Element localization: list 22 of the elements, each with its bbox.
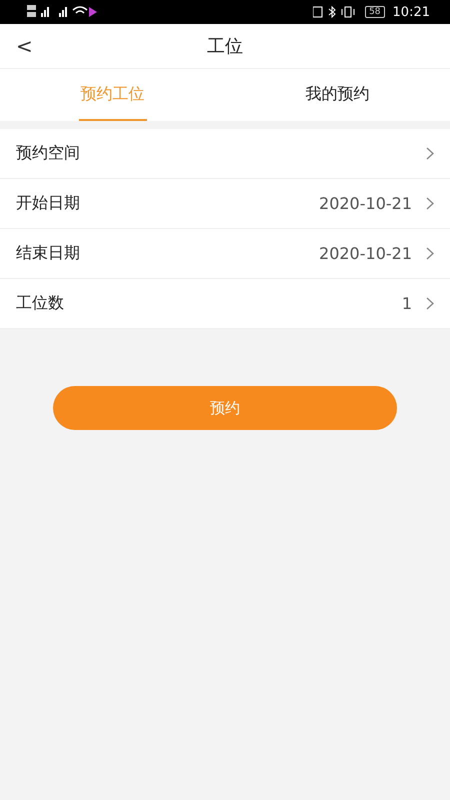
row-value: 2020-10-21 <box>319 194 412 213</box>
row-label: 结束日期 <box>16 243 81 264</box>
list-row[interactable]: 工位数 1 <box>0 279 450 329</box>
back-button[interactable]: < <box>10 32 39 60</box>
list-row[interactable]: 开始日期 2020-10-21 <box>0 179 450 229</box>
nfc-bluetooth-vibrate-icon <box>313 6 358 18</box>
chevron-icon <box>426 247 434 260</box>
signal-icon <box>27 4 97 18</box>
page-title: 工位 <box>207 35 243 58</box>
list-row[interactable]: 预约空间 <box>0 129 450 179</box>
chevron-icon <box>426 197 434 210</box>
row-value: 1 <box>402 294 412 313</box>
row-value: 2020-10-21 <box>319 244 412 263</box>
row-label: 开始日期 <box>16 193 81 214</box>
battery-level: 58 <box>365 6 385 18</box>
clock-time: 10:21 <box>392 4 430 20</box>
list-row[interactable]: 结束日期 2020-10-21 <box>0 229 450 279</box>
row-label: 工位数 <box>16 293 65 314</box>
chevron-icon <box>426 147 434 160</box>
row-label: 预约空间 <box>16 143 81 164</box>
chevron-icon <box>426 297 434 310</box>
tab[interactable]: 我的预约 <box>304 69 372 121</box>
